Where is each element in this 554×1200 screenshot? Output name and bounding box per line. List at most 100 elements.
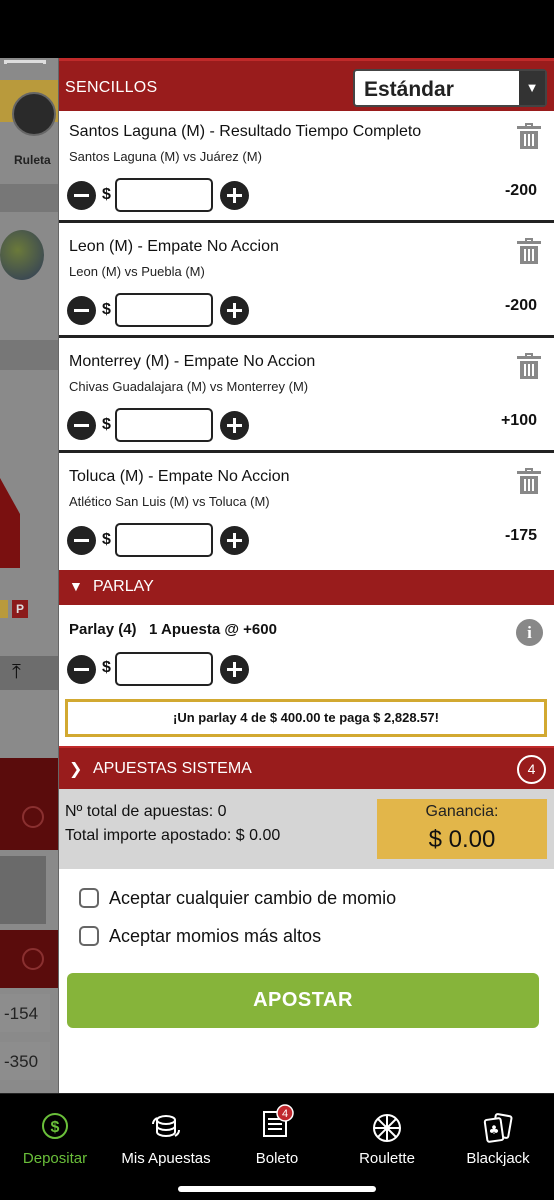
nav-depositar[interactable]: $ Depositar <box>10 1094 100 1174</box>
decrease-stake-button[interactable] <box>67 411 96 440</box>
place-bet-button[interactable]: APOSTAR <box>67 973 539 1028</box>
trash-icon[interactable] <box>517 468 541 494</box>
bet-match: Chivas Guadalajara (M) vs Monterrey (M) <box>69 379 309 394</box>
total-amount: Total importe apostado: $ 0.00 <box>65 827 281 844</box>
refresh-icon <box>22 948 44 970</box>
bet-summary: Nº total de apuestas: 0 Total importe ap… <box>59 789 554 869</box>
betslip-options: Aceptar cualquier cambio de momio Acepta… <box>59 869 554 1093</box>
background-page: Ruleta P ⤒ -154 -350 <box>0 58 58 1093</box>
betslip-panel: SENCILLOS Estándar ▼ Santos Laguna (M) -… <box>58 58 554 1093</box>
nav-roulette[interactable]: Roulette <box>342 1094 432 1174</box>
background-red-shape <box>0 478 20 568</box>
info-icon[interactable]: i <box>516 619 543 646</box>
refresh-icon <box>22 806 44 828</box>
parlay-label: PARLAY <box>93 578 154 595</box>
parlay-header[interactable]: ▼ PARLAY <box>59 570 554 605</box>
decrease-stake-button[interactable] <box>67 655 96 684</box>
increase-stake-button[interactable] <box>220 411 249 440</box>
accept-any-change-label[interactable]: Aceptar cualquier cambio de momio <box>109 888 396 909</box>
svg-text:♣: ♣ <box>489 1123 500 1137</box>
nav-boleto[interactable]: 4 Boleto <box>232 1094 322 1174</box>
ruleta-game-icon <box>12 92 56 136</box>
bet-card: Monterrey (M) - Empate No Accion Chivas … <box>59 341 554 453</box>
bet-odds: +100 <box>500 412 537 429</box>
bet-match: Atlético San Luis (M) vs Toluca (M) <box>69 494 270 509</box>
accept-any-change-checkbox[interactable] <box>79 888 99 908</box>
trash-icon[interactable] <box>517 353 541 379</box>
home-indicator <box>178 1186 376 1192</box>
background-grey-box <box>0 856 46 924</box>
nav-label: Blackjack <box>466 1150 530 1167</box>
decrease-stake-button[interactable] <box>67 526 96 555</box>
increase-stake-button[interactable] <box>220 526 249 555</box>
status-bar <box>0 0 554 58</box>
gain-label: Ganancia: <box>425 803 499 820</box>
cards-icon: ♣ <box>483 1113 513 1143</box>
bet-card: Leon (M) - Empate No Accion Leon (M) vs … <box>59 226 554 338</box>
currency-symbol: $ <box>102 301 111 318</box>
bet-odds: -175 <box>504 527 537 544</box>
ruleta-label: Ruleta <box>14 153 51 167</box>
boleto-badge: 4 <box>282 1108 288 1120</box>
total-bets: Nº total de apuestas: 0 <box>65 803 227 820</box>
background-yellow-badge <box>0 600 8 618</box>
parlay-stake-input[interactable] <box>115 652 213 686</box>
background-red-band <box>0 758 58 850</box>
bet-title: Toluca (M) - Empate No Accion <box>69 468 290 485</box>
chevron-down-icon: ▼ <box>519 71 545 105</box>
increase-stake-button[interactable] <box>220 655 249 684</box>
bet-title: Leon (M) - Empate No Accion <box>69 238 279 255</box>
bet-mode-value: Estándar <box>364 78 454 101</box>
accept-higher-odds-label[interactable]: Aceptar momios más altos <box>109 926 321 947</box>
stake-input[interactable] <box>115 178 213 212</box>
background-band <box>0 184 58 212</box>
nav-mis-apuestas[interactable]: Mis Apuestas <box>112 1094 220 1174</box>
bet-card: Santos Laguna (M) - Resultado Tiempo Com… <box>59 111 554 223</box>
nav-label: Mis Apuestas <box>121 1150 211 1167</box>
upload-icon: ⤒ <box>12 661 21 683</box>
increase-stake-button[interactable] <box>220 181 249 210</box>
system-bets-header[interactable]: ❯ APUESTAS SISTEMA 4 <box>59 746 554 789</box>
currency-symbol: $ <box>102 659 111 676</box>
svg-text:$: $ <box>51 1119 60 1136</box>
chevron-right-icon: ❯ <box>69 761 83 778</box>
background-odd: -350 <box>0 1042 50 1080</box>
dollar-icon: $ <box>42 1113 68 1139</box>
parlay-promo: ¡Un parlay 4 de $ 400.00 te paga $ 2,828… <box>65 699 547 737</box>
currency-symbol: $ <box>102 416 111 433</box>
parlay-title: Parlay (4) 1 Apuesta @ +600 <box>69 621 277 638</box>
nav-label: Roulette <box>359 1150 415 1167</box>
soccer-game-icon <box>0 230 44 280</box>
stake-input[interactable] <box>115 523 213 557</box>
decrease-stake-button[interactable] <box>67 181 96 210</box>
gain-box: Ganancia: $ 0.00 <box>377 799 547 859</box>
bet-title: Santos Laguna (M) - Resultado Tiempo Com… <box>69 123 422 140</box>
increase-stake-button[interactable] <box>220 296 249 325</box>
ticket-icon: 4 <box>263 1104 294 1137</box>
background-divider <box>4 60 46 64</box>
background-p-badge: P <box>12 600 28 618</box>
sencillos-label: SENCILLOS <box>65 79 158 96</box>
nav-blackjack[interactable]: ♣ Blackjack <box>452 1094 544 1174</box>
roulette-icon <box>373 1114 401 1142</box>
background-upload-bar <box>0 656 58 690</box>
nav-label: Boleto <box>255 1150 299 1167</box>
stake-input[interactable] <box>115 293 213 327</box>
stake-input[interactable] <box>115 408 213 442</box>
accept-higher-odds-checkbox[interactable] <box>79 926 99 946</box>
bet-card: Toluca (M) - Empate No Accion Atlético S… <box>59 456 554 568</box>
bet-title: Monterrey (M) - Empate No Accion <box>69 353 316 370</box>
bet-mode-select[interactable]: Estándar ▼ <box>353 69 547 107</box>
system-bets-label: APUESTAS SISTEMA <box>93 760 252 777</box>
bet-odds: -200 <box>504 182 537 199</box>
background-band <box>0 340 58 370</box>
decrease-stake-button[interactable] <box>67 296 96 325</box>
trash-icon[interactable] <box>517 123 541 149</box>
gain-value: $ 0.00 <box>428 826 496 853</box>
sencillos-header: SENCILLOS Estándar ▼ <box>59 58 554 111</box>
bet-match: Leon (M) vs Puebla (M) <box>69 264 205 279</box>
currency-symbol: $ <box>102 531 111 548</box>
background-odd: -154 <box>0 994 50 1032</box>
trash-icon[interactable] <box>517 238 541 264</box>
bet-match: Santos Laguna (M) vs Juárez (M) <box>69 149 262 164</box>
